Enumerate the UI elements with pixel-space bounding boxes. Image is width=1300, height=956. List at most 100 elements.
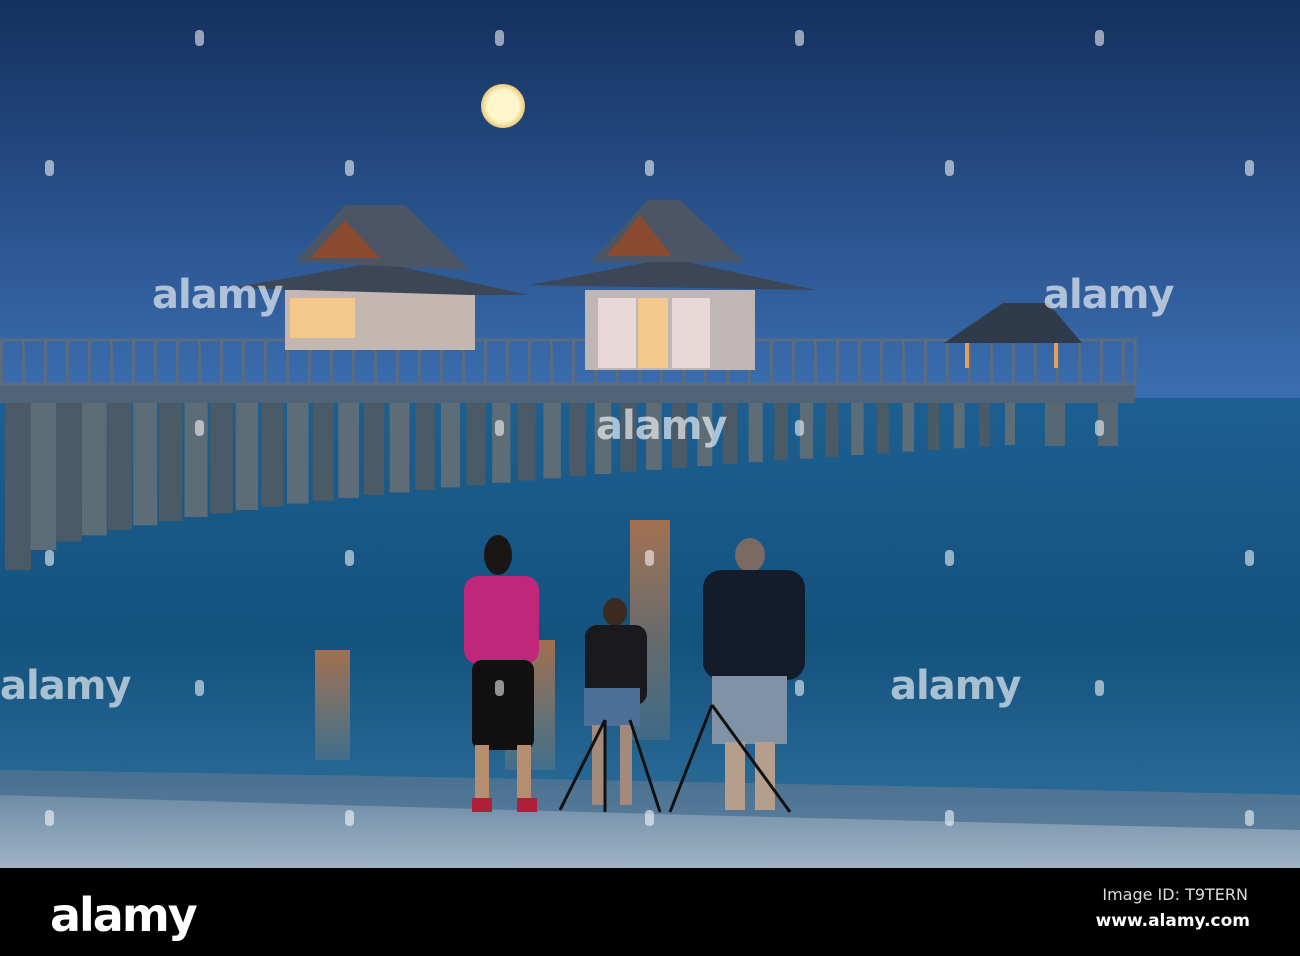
watermark-dot bbox=[945, 160, 954, 176]
piling bbox=[107, 400, 132, 530]
railing-post bbox=[484, 340, 487, 384]
railing-post bbox=[1034, 340, 1037, 384]
watermark-dot bbox=[1095, 420, 1104, 436]
piling bbox=[389, 400, 410, 493]
piling bbox=[5, 400, 31, 570]
watermark-dot bbox=[195, 420, 204, 436]
watermark-dot bbox=[645, 810, 654, 826]
piling bbox=[902, 400, 915, 452]
watermark-dot bbox=[45, 550, 54, 566]
railing-post bbox=[66, 340, 69, 384]
watermark: alamy bbox=[0, 663, 131, 709]
piling bbox=[287, 400, 309, 504]
pier-deck bbox=[0, 383, 1135, 403]
piling bbox=[261, 400, 284, 507]
piling bbox=[979, 400, 990, 447]
railing-post bbox=[506, 340, 509, 384]
railing-post bbox=[264, 340, 267, 384]
watermark-dot bbox=[345, 160, 354, 176]
piling bbox=[748, 400, 763, 463]
railing-post bbox=[1100, 340, 1103, 384]
piling bbox=[1045, 398, 1065, 446]
watermark-dot bbox=[495, 680, 504, 696]
railing-post bbox=[242, 340, 245, 384]
railing-post bbox=[990, 340, 993, 384]
railing-post bbox=[528, 340, 531, 384]
piling bbox=[774, 400, 788, 461]
piling bbox=[953, 400, 965, 449]
site-url[interactable]: www.alamy.com bbox=[1096, 911, 1250, 931]
watermark-dot bbox=[1095, 30, 1104, 46]
watermark-dot bbox=[945, 550, 954, 566]
watermark: alamy bbox=[890, 663, 1021, 709]
railing-post bbox=[44, 340, 47, 384]
railing-post bbox=[22, 340, 25, 384]
watermark-dot bbox=[795, 420, 804, 436]
railing-post bbox=[1122, 340, 1125, 384]
piling bbox=[158, 400, 183, 521]
piling bbox=[517, 400, 536, 481]
railing-post bbox=[858, 340, 861, 384]
piling bbox=[184, 400, 208, 518]
railing-post bbox=[198, 340, 201, 384]
railing-post bbox=[0, 340, 3, 384]
railing-post bbox=[924, 340, 927, 384]
full-moon bbox=[481, 84, 525, 128]
railing-post bbox=[770, 340, 773, 384]
piling bbox=[569, 400, 587, 477]
railing-post bbox=[902, 340, 905, 384]
watermark-dot bbox=[195, 680, 204, 696]
railing-post bbox=[1012, 340, 1015, 384]
railing-post bbox=[880, 340, 883, 384]
railing-post bbox=[154, 340, 157, 384]
railing-post bbox=[946, 340, 949, 384]
watermark-dot bbox=[645, 160, 654, 176]
railing-post bbox=[792, 340, 795, 384]
image-id: Image ID: T9TERN bbox=[1102, 885, 1248, 904]
railing-post bbox=[836, 340, 839, 384]
watermark-dot bbox=[1245, 550, 1254, 566]
watermark-dot bbox=[795, 30, 804, 46]
railing-post bbox=[220, 340, 223, 384]
watermark-dot bbox=[1245, 810, 1254, 826]
watermark: alamy bbox=[596, 403, 727, 449]
piling bbox=[466, 400, 486, 486]
piling bbox=[338, 400, 359, 498]
railing-post bbox=[572, 340, 575, 384]
watermark: alamy bbox=[1043, 272, 1174, 318]
piling bbox=[928, 400, 940, 450]
railing-post bbox=[110, 340, 113, 384]
watermark-dot bbox=[45, 810, 54, 826]
piling bbox=[30, 400, 57, 550]
piling bbox=[312, 400, 334, 501]
railing-post bbox=[814, 340, 817, 384]
watermark: alamy bbox=[152, 272, 283, 318]
piling bbox=[56, 400, 82, 542]
stock-photo: alamy alamy alamy alamy alamy alamy Imag… bbox=[0, 0, 1300, 956]
railing-post bbox=[176, 340, 179, 384]
watermark-dot bbox=[45, 160, 54, 176]
piling bbox=[851, 400, 864, 456]
watermark-dot bbox=[645, 550, 654, 566]
piling bbox=[825, 400, 839, 457]
piling bbox=[543, 400, 561, 479]
piling bbox=[133, 400, 158, 526]
watermark-dot bbox=[495, 30, 504, 46]
railing-post bbox=[132, 340, 135, 384]
watermark-dot bbox=[1245, 160, 1254, 176]
piling bbox=[415, 400, 435, 490]
watermark-dot bbox=[1095, 680, 1104, 696]
piling bbox=[363, 400, 385, 496]
piling bbox=[1005, 400, 1015, 445]
piling bbox=[876, 400, 889, 454]
railing-post bbox=[88, 340, 91, 384]
watermark-dot bbox=[345, 810, 354, 826]
alamy-logo: alamy bbox=[50, 888, 198, 942]
piling bbox=[492, 400, 511, 483]
watermark-dot bbox=[495, 420, 504, 436]
light-reflection bbox=[315, 650, 350, 760]
watermark-dot bbox=[795, 680, 804, 696]
piling bbox=[81, 400, 107, 536]
watermark-dot bbox=[195, 30, 204, 46]
watermark-dot bbox=[345, 550, 354, 566]
